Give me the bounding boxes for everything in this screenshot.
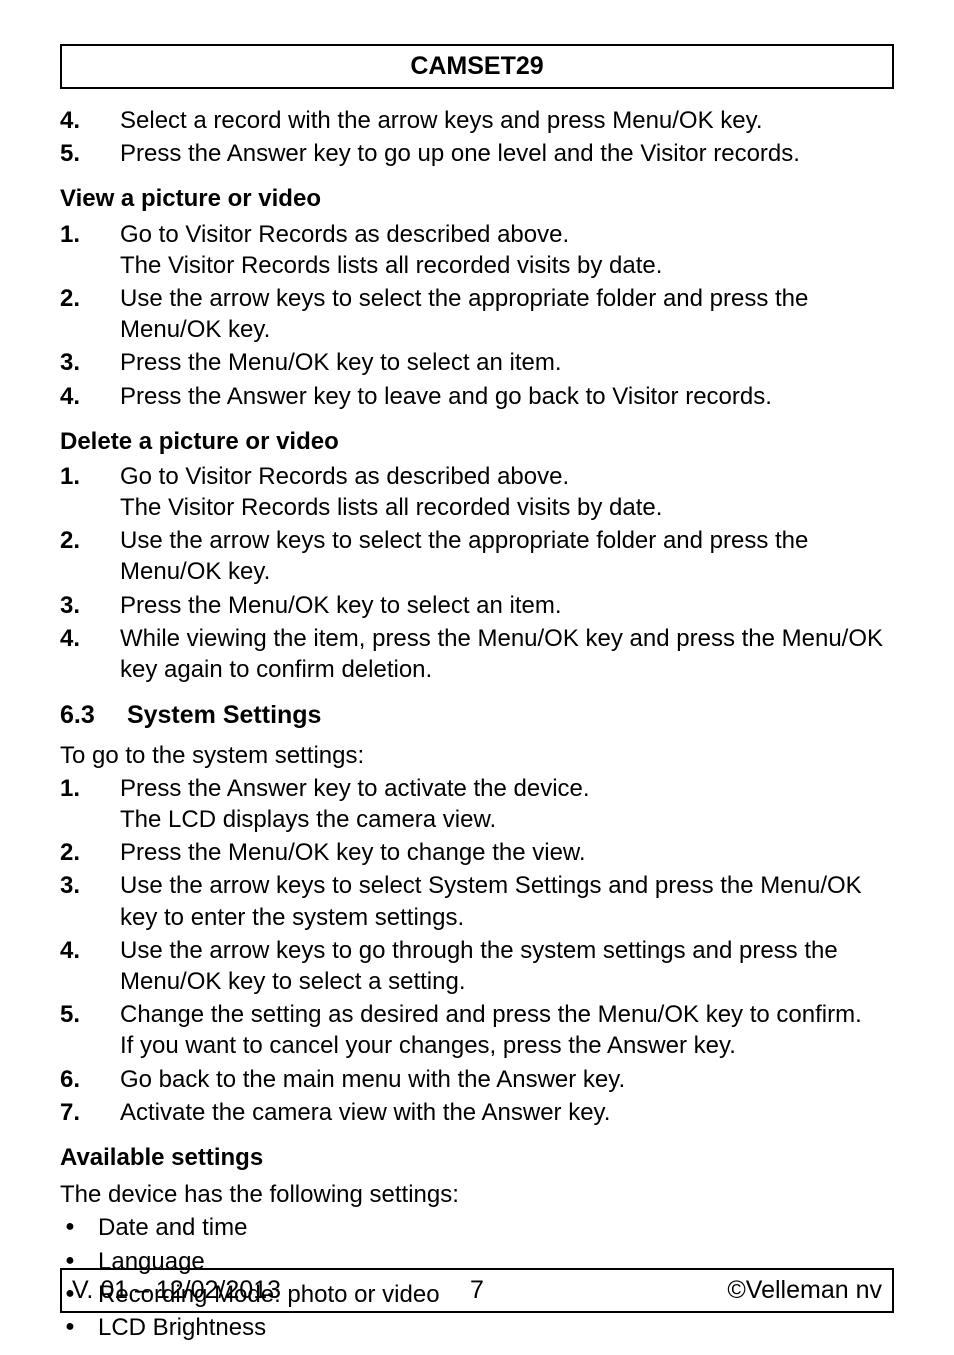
list-item: 6. Go back to the main menu with the Ans… (60, 1064, 894, 1095)
item-text: Activate the camera view with the Answer… (120, 1097, 894, 1128)
item-number: 2. (60, 525, 100, 587)
item-number: 4. (60, 105, 100, 136)
item-number: 2. (60, 283, 100, 345)
item-text: Date and time (98, 1212, 247, 1243)
list-item: 4. Select a record with the arrow keys a… (60, 105, 894, 136)
item-number: 3. (60, 870, 100, 932)
list-item: 3. Use the arrow keys to select System S… (60, 870, 894, 932)
list-item: 2. Press the Menu/OK key to change the v… (60, 837, 894, 868)
item-text: Use the arrow keys to select System Sett… (120, 870, 894, 932)
header-title: CAMSET29 (410, 52, 543, 80)
item-number: 3. (60, 590, 100, 621)
system-list: 1. Press the Answer key to activate the … (60, 773, 894, 1128)
item-text: Press the Answer key to go up one level … (120, 138, 894, 169)
item-number: 4. (60, 381, 100, 412)
list-item: 2. Use the arrow keys to select the appr… (60, 283, 894, 345)
item-number: 1. (60, 773, 100, 835)
item-text: Press the Menu/OK key to select an item. (120, 347, 894, 378)
list-item: 4. Use the arrow keys to go through the … (60, 935, 894, 997)
bullet-icon: ● (60, 1212, 80, 1243)
item-text: Change the setting as desired and press … (120, 999, 894, 1061)
item-number: 5. (60, 138, 100, 169)
delete-list: 1. Go to Visitor Records as described ab… (60, 461, 894, 685)
item-text: Use the arrow keys to select the appropr… (120, 283, 894, 345)
item-text: Press the Answer key to activate the dev… (120, 773, 894, 835)
list-item: 5. Press the Answer key to go up one lev… (60, 138, 894, 169)
bullet-icon: ● (60, 1312, 80, 1343)
item-text: Select a record with the arrow keys and … (120, 105, 894, 136)
item-text: Use the arrow keys to select the appropr… (120, 525, 894, 587)
item-number: 6. (60, 1064, 100, 1095)
list-item: ● LCD Brightness (60, 1312, 894, 1343)
list-item: 3. Press the Menu/OK key to select an it… (60, 590, 894, 621)
item-number: 4. (60, 623, 100, 685)
item-number: 1. (60, 461, 100, 523)
item-number: 7. (60, 1097, 100, 1128)
available-heading: Available settings (60, 1142, 894, 1173)
list-item: 4. Press the Answer key to leave and go … (60, 381, 894, 412)
header-title-box: CAMSET29 (60, 44, 894, 89)
list-item: ● Date and time (60, 1212, 894, 1243)
system-heading: 6.3 System Settings (60, 699, 894, 732)
list-item: 5. Change the setting as desired and pre… (60, 999, 894, 1061)
view-heading: View a picture or video (60, 183, 894, 214)
item-text: Press the Menu/OK key to select an item. (120, 590, 894, 621)
list-item: 7. Activate the camera view with the Ans… (60, 1097, 894, 1128)
item-text: Go to Visitor Records as described above… (120, 219, 894, 281)
item-text: Go back to the main menu with the Answer… (120, 1064, 894, 1095)
system-lead: To go to the system settings: (60, 740, 894, 771)
item-text: Press the Answer key to leave and go bac… (120, 381, 894, 412)
footer-page-number: 7 (437, 1276, 517, 1305)
item-text: While viewing the item, press the Menu/O… (120, 623, 894, 685)
list-item: 4. While viewing the item, press the Men… (60, 623, 894, 685)
item-text: LCD Brightness (98, 1312, 266, 1343)
item-text: Use the arrow keys to go through the sys… (120, 935, 894, 997)
delete-heading: Delete a picture or video (60, 426, 894, 457)
footer-box: V. 01 – 12/02/2013 7 ©Velleman nv (60, 1268, 894, 1313)
intro-list: 4. Select a record with the arrow keys a… (60, 105, 894, 169)
list-item: 2. Use the arrow keys to select the appr… (60, 525, 894, 587)
page: CAMSET29 4. Select a record with the arr… (0, 0, 954, 1355)
section-number: 6.3 (60, 699, 120, 732)
item-number: 3. (60, 347, 100, 378)
content: 4. Select a record with the arrow keys a… (60, 105, 894, 1343)
footer-version: V. 01 – 12/02/2013 (72, 1276, 437, 1305)
item-number: 4. (60, 935, 100, 997)
item-number: 5. (60, 999, 100, 1061)
item-number: 1. (60, 219, 100, 281)
list-item: 3. Press the Menu/OK key to select an it… (60, 347, 894, 378)
section-title: System Settings (127, 701, 322, 729)
item-text: Go to Visitor Records as described above… (120, 461, 894, 523)
item-text: Press the Menu/OK key to change the view… (120, 837, 894, 868)
footer-copyright: ©Velleman nv (517, 1276, 882, 1305)
available-lead: The device has the following settings: (60, 1179, 894, 1210)
list-item: 1. Go to Visitor Records as described ab… (60, 461, 894, 523)
list-item: 1. Press the Answer key to activate the … (60, 773, 894, 835)
list-item: 1. Go to Visitor Records as described ab… (60, 219, 894, 281)
view-list: 1. Go to Visitor Records as described ab… (60, 219, 894, 412)
item-number: 2. (60, 837, 100, 868)
